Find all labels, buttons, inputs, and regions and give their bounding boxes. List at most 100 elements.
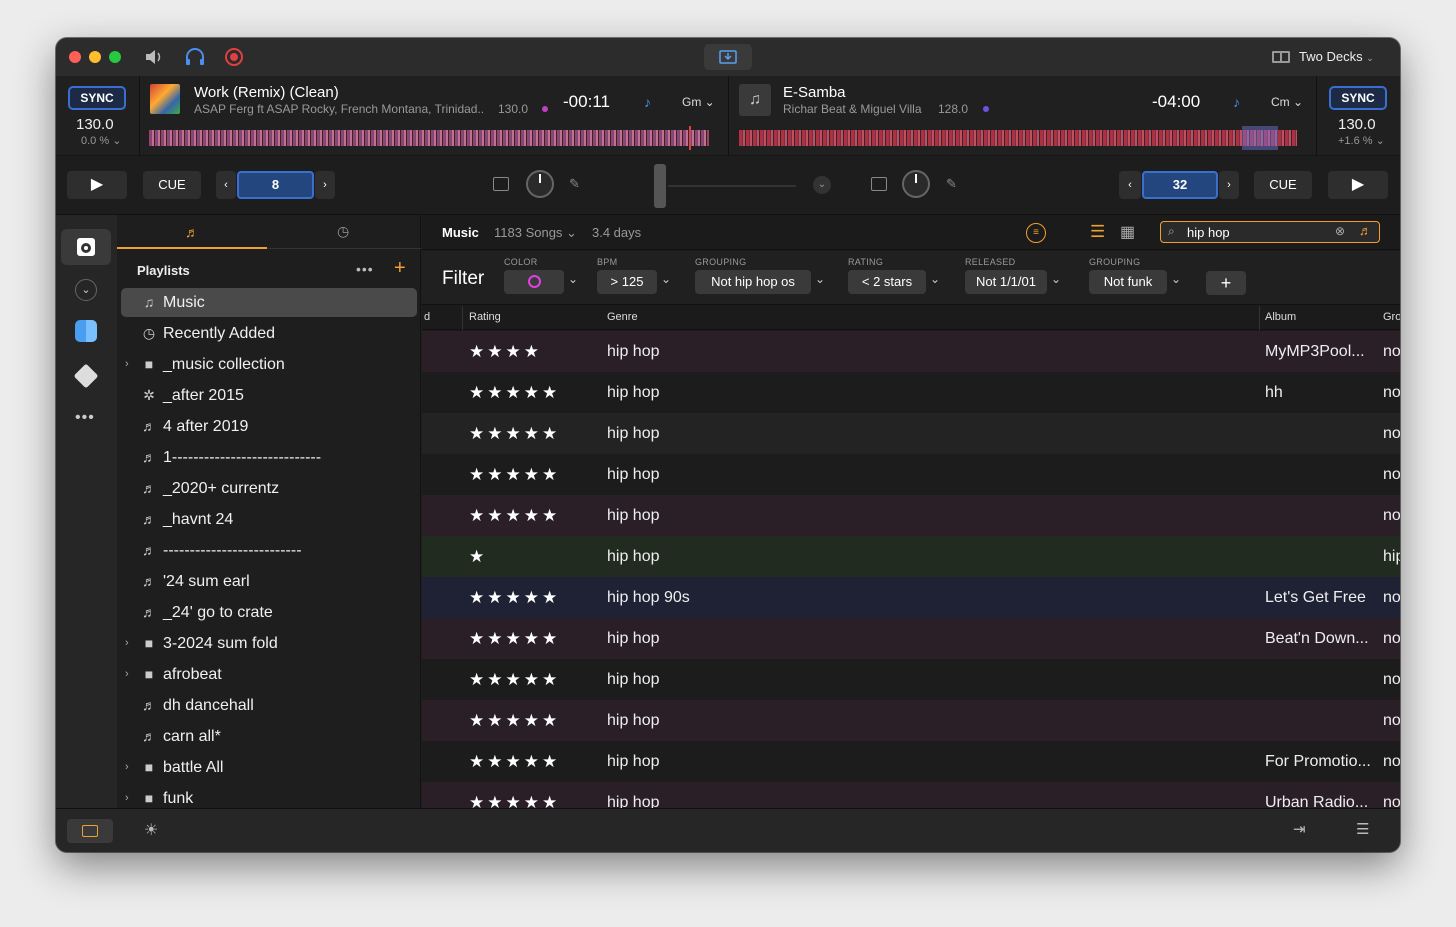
column-header-genre[interactable]: Genre xyxy=(607,311,638,323)
deck-left-pitch[interactable]: 0.0 % ⌄ xyxy=(81,134,121,147)
crossfader-track[interactable] xyxy=(668,185,796,187)
deck-left-key[interactable]: Gm ⌄ xyxy=(682,95,715,109)
key-lock-icon[interactable]: ♪ xyxy=(644,94,651,110)
chevron-down-icon[interactable]: ⌄ xyxy=(1171,272,1181,286)
crate-icon[interactable] xyxy=(73,363,99,389)
chevron-down-icon[interactable]: ⌄ xyxy=(568,272,578,286)
disclosure-icon[interactable]: › xyxy=(125,753,129,782)
key-lock-icon[interactable]: ♪ xyxy=(1233,94,1240,110)
rating-stars[interactable]: ★ xyxy=(469,536,487,577)
filter-value-button[interactable]: > 125 xyxy=(597,270,657,294)
loop-next-left[interactable]: › xyxy=(315,171,335,199)
sidebar-item[interactable]: ♬ _havnt 24 xyxy=(121,505,417,534)
song-count[interactable]: 1183 Songs ⌄ xyxy=(494,225,577,241)
zoom-button[interactable] xyxy=(109,51,121,63)
eyedropper-icon[interactable]: ✎ xyxy=(569,176,580,192)
add-filter-button[interactable]: + xyxy=(1206,271,1246,295)
table-row[interactable]: ★ hip hop hip xyxy=(422,536,1400,577)
sidebar-item[interactable]: ♬ -------------------------- xyxy=(121,536,417,565)
finder-icon[interactable] xyxy=(75,320,97,342)
disclosure-icon[interactable]: › xyxy=(125,629,129,658)
headphones-icon[interactable] xyxy=(184,47,206,67)
rating-stars[interactable]: ★★★★★ xyxy=(469,413,560,454)
deck-right-pitch[interactable]: +1.6 % ⌄ xyxy=(1338,134,1385,147)
sync-button-right[interactable]: SYNC xyxy=(1329,86,1387,110)
filter-value-button[interactable]: Not funk xyxy=(1089,270,1167,294)
rating-stars[interactable]: ★★★★★ xyxy=(469,782,560,808)
play-button-right[interactable]: ▶ xyxy=(1328,171,1388,199)
play-button-left[interactable]: ▶ xyxy=(67,171,127,199)
layout-dropdown[interactable]: Two Decks ⌄ xyxy=(1299,49,1374,64)
waveform-left[interactable] xyxy=(149,130,709,146)
column-header[interactable]: d xyxy=(424,311,430,323)
rating-stars[interactable]: ★★★★★ xyxy=(469,659,560,700)
playlist-search-icon[interactable]: ♬ xyxy=(1359,223,1372,238)
eyedropper-icon[interactable]: ✎ xyxy=(946,176,957,192)
loop-next-right[interactable]: › xyxy=(1219,171,1239,199)
table-row[interactable]: ★★★★★ hip hop For Promotio... no xyxy=(422,741,1400,782)
sampler-icon[interactable] xyxy=(493,177,509,191)
sidebar-item[interactable]: ♬ _2020+ currentz xyxy=(121,474,417,503)
library-button[interactable] xyxy=(61,229,111,265)
filter-knob-left[interactable] xyxy=(526,170,554,198)
chevron-down-icon[interactable]: ⌄ xyxy=(1051,272,1061,286)
preview-button[interactable] xyxy=(67,819,113,843)
rating-stars[interactable]: ★★★★ xyxy=(469,331,542,372)
queue-icon[interactable]: ⇥ xyxy=(1293,820,1306,838)
close-button[interactable] xyxy=(69,51,81,63)
sidebar-item[interactable]: ♬ 1---------------------------- xyxy=(121,443,417,472)
filter-value-button[interactable]: Not 1/1/01 xyxy=(965,270,1047,294)
rating-stars[interactable]: ★★★★★ xyxy=(469,741,560,782)
sync-button-left[interactable]: SYNC xyxy=(68,86,126,110)
table-row[interactable]: ★★★★★ hip hop Urban Radio... no xyxy=(422,782,1400,808)
rating-stars[interactable]: ★★★★★ xyxy=(469,700,560,741)
column-header-album[interactable]: Album xyxy=(1265,311,1296,323)
cue-button-right[interactable]: CUE xyxy=(1254,171,1312,199)
table-row[interactable]: ★★★★ hip hop MyMP3Pool... no xyxy=(422,331,1400,372)
chevron-down-icon[interactable]: ⌄ xyxy=(815,272,825,286)
download-button[interactable] xyxy=(704,44,752,70)
column-header-grouping[interactable]: Gro xyxy=(1383,311,1400,323)
loop-prev-left[interactable]: ‹ xyxy=(216,171,236,199)
waveform-right[interactable] xyxy=(739,130,1297,146)
deck-left-bpm[interactable]: 130.0 xyxy=(76,116,114,133)
sidebar-item[interactable]: › ■ afrobeat xyxy=(121,660,417,689)
tab-playlists[interactable]: ♬ xyxy=(117,215,267,249)
sidebar-item[interactable]: › ■ _music collection xyxy=(121,350,417,379)
filter-value-button[interactable] xyxy=(504,270,564,294)
filter-value-button[interactable]: Not hip hop os xyxy=(695,270,811,294)
grid-view-icon[interactable]: ▦ xyxy=(1120,222,1135,242)
rating-stars[interactable]: ★★★★★ xyxy=(469,495,560,536)
column-header-rating[interactable]: Rating xyxy=(469,311,501,323)
sampler-icon[interactable] xyxy=(871,177,887,191)
filter-knob-right[interactable] xyxy=(902,170,930,198)
sidebar-item[interactable]: ♬ '24 sum earl xyxy=(121,567,417,596)
disclosure-icon[interactable]: › xyxy=(125,350,129,379)
chevron-down-icon[interactable]: ⌄ xyxy=(75,279,97,301)
sidebar-item[interactable]: ♬ 4 after 2019 xyxy=(121,412,417,441)
crossfader-handle[interactable] xyxy=(654,164,666,208)
table-row[interactable]: ★★★★★ hip hop 90s Let's Get Free no xyxy=(422,577,1400,618)
deck-right-bpm[interactable]: 130.0 xyxy=(1338,116,1376,133)
table-row[interactable]: ★★★★★ hip hop hh no xyxy=(422,372,1400,413)
sidebar-item[interactable]: ♬ _24' go to crate xyxy=(121,598,417,627)
table-row[interactable]: ★★★★★ hip hop no xyxy=(422,659,1400,700)
filter-value-button[interactable]: < 2 stars xyxy=(848,270,926,294)
filter-toggle-icon[interactable]: ≡ xyxy=(1026,223,1046,243)
sidebar-item[interactable]: ♬ carn all* xyxy=(121,722,417,751)
table-row[interactable]: ★★★★★ hip hop no xyxy=(422,495,1400,536)
table-row[interactable]: ★★★★★ hip hop no xyxy=(422,413,1400,454)
loop-size-right[interactable]: 32 xyxy=(1142,171,1218,199)
minimize-button[interactable] xyxy=(89,51,101,63)
sidebar-item[interactable]: › ■ 3-2024 sum fold xyxy=(121,629,417,658)
sidebar-item[interactable]: ◷ Recently Added xyxy=(121,319,417,348)
table-row[interactable]: ★★★★★ hip hop Beat'n Down... no xyxy=(422,618,1400,659)
speaker-icon[interactable] xyxy=(144,48,164,66)
cue-button-left[interactable]: CUE xyxy=(143,171,201,199)
table-row[interactable]: ★★★★★ hip hop no xyxy=(422,454,1400,495)
search-input[interactable]: hip hop xyxy=(1187,225,1230,240)
chevron-down-icon[interactable]: ⌄ xyxy=(661,272,671,286)
table-row[interactable]: ★★★★★ hip hop no xyxy=(422,700,1400,741)
sidebar-item[interactable]: › ■ battle All xyxy=(121,753,417,782)
search-field[interactable]: ⌕ hip hop ⊗ ♬ xyxy=(1160,221,1380,243)
